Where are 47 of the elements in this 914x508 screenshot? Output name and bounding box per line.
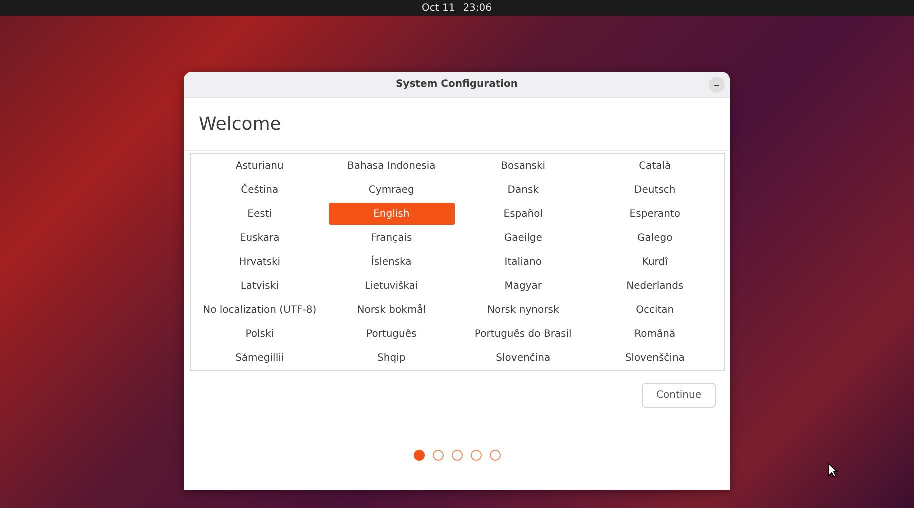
continue-button[interactable]: Continue (642, 383, 716, 408)
language-item[interactable]: Galego (592, 227, 718, 249)
page-indicator-dot[interactable] (452, 450, 462, 461)
language-item[interactable]: Čeština (197, 179, 323, 201)
language-item[interactable]: Sámegillii (197, 347, 323, 369)
welcome-heading: Welcome (199, 114, 282, 134)
minimize-button[interactable]: – (709, 77, 725, 93)
language-item[interactable]: No localization (UTF-8) (197, 299, 323, 321)
language-item[interactable]: Latviski (197, 275, 323, 297)
language-item[interactable]: Hrvatski (197, 251, 323, 273)
language-item[interactable]: Bosanski (460, 155, 586, 177)
language-item[interactable]: Magyar (460, 275, 586, 297)
language-item[interactable]: Cymraeg (328, 179, 454, 201)
page-indicator-dot[interactable] (414, 450, 424, 461)
language-item[interactable]: Italiano (460, 251, 586, 273)
language-item[interactable]: Norsk bokmål (328, 299, 454, 321)
language-item[interactable]: Asturianu (197, 155, 323, 177)
language-item[interactable]: Esperanto (592, 203, 718, 225)
language-item[interactable]: Español (460, 203, 586, 225)
language-item[interactable]: Slovenčina (460, 347, 586, 369)
date-label[interactable]: Oct 11 (422, 2, 456, 14)
language-item[interactable]: Português (328, 323, 454, 345)
language-item[interactable]: Occitan (592, 299, 718, 321)
language-item[interactable]: Português do Brasil (460, 323, 586, 345)
language-item[interactable]: Shqip (328, 347, 454, 369)
language-item[interactable]: Dansk (460, 179, 586, 201)
language-item[interactable]: Bahasa Indonesia (328, 155, 454, 177)
language-item[interactable]: Kurdî (592, 251, 718, 273)
language-item[interactable]: Polski (197, 323, 323, 345)
page-indicator-dot[interactable] (432, 450, 444, 461)
language-item[interactable]: Gaeilge (460, 227, 586, 249)
language-item[interactable]: Euskara (197, 227, 323, 249)
language-item[interactable]: Français (328, 227, 454, 249)
language-item[interactable]: Íslenska (328, 251, 454, 273)
language-item[interactable]: Lietuviškai (328, 275, 454, 297)
language-item[interactable]: Eesti (197, 203, 323, 225)
window-title: System Configuration (396, 79, 518, 90)
language-item[interactable]: Slovenščina (592, 347, 718, 369)
page-indicator-dot[interactable] (470, 450, 482, 461)
language-item[interactable]: Català (592, 155, 718, 177)
time-label[interactable]: 23:06 (463, 2, 492, 14)
language-item[interactable]: Nederlands (592, 275, 718, 297)
mouse-pointer-icon (828, 463, 838, 478)
language-item[interactable]: Norsk nynorsk (460, 299, 586, 321)
language-item[interactable]: Deutsch (592, 179, 718, 201)
page-indicator-dot[interactable] (490, 450, 500, 461)
language-item[interactable]: Română (592, 323, 718, 345)
